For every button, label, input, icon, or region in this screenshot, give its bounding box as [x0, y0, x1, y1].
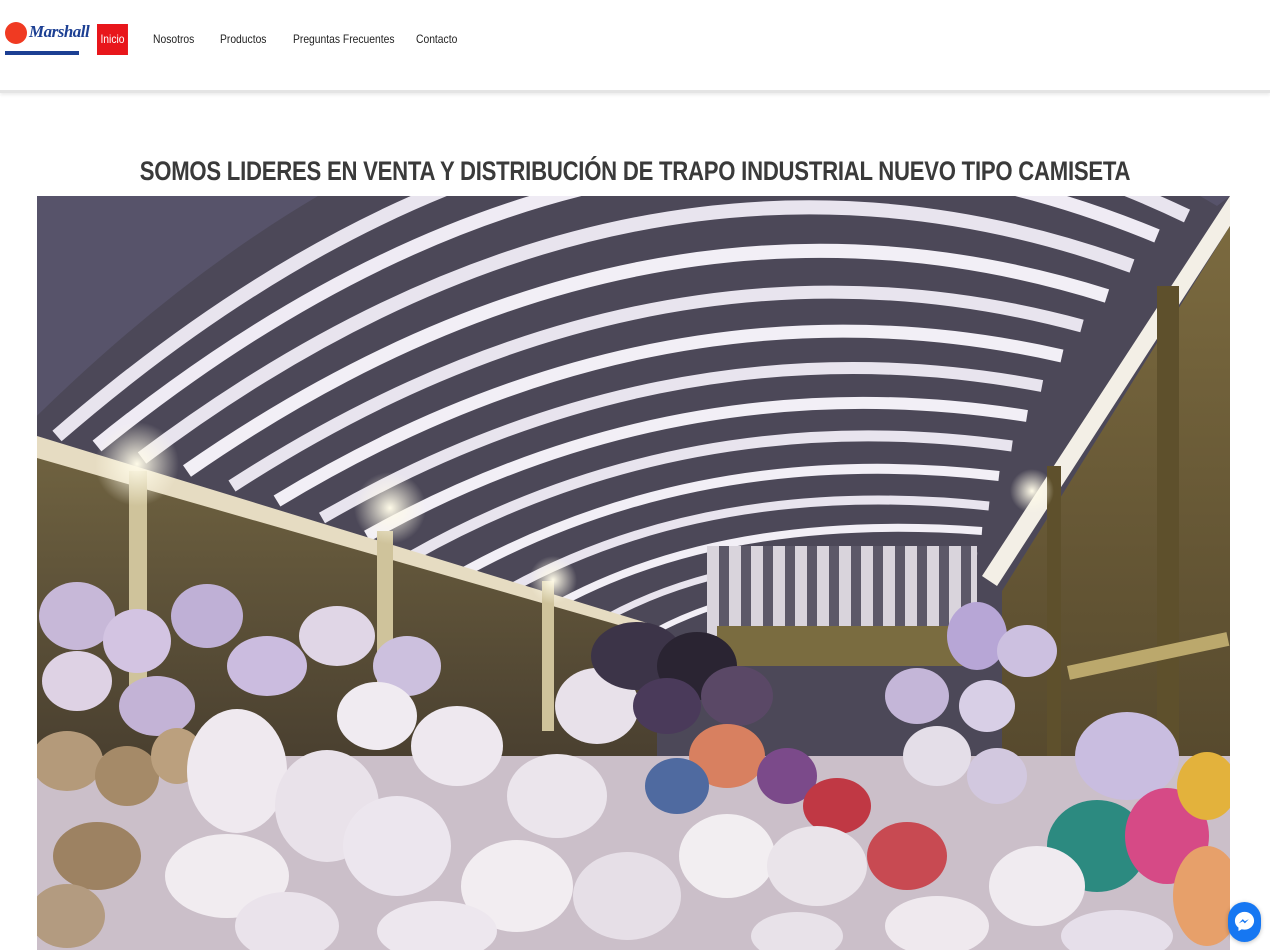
messenger-icon	[1234, 911, 1255, 932]
sacks-pile	[37, 582, 1230, 950]
warehouse-illustration	[37, 196, 1230, 950]
nav-item-nosotros[interactable]: Nosotros	[153, 24, 194, 55]
nav-item-inicio[interactable]: Inicio	[97, 24, 128, 55]
logo-text: Marshall	[29, 22, 90, 41]
nav-item-preguntas-frecuentes[interactable]: Preguntas Frecuentes	[293, 24, 395, 55]
far-wall	[707, 546, 977, 636]
site-header: Marshall Inicio Nosotros Productos Pregu…	[0, 0, 1270, 93]
logo-underline	[5, 51, 79, 55]
page-headline: SOMOS LIDERES EN VENTA Y DISTRIBUCIÓN DE…	[139, 156, 1131, 187]
logo-circle	[5, 22, 27, 44]
nav-item-productos[interactable]: Productos	[220, 24, 266, 55]
nav-item-contacto[interactable]: Contacto	[416, 24, 457, 55]
messenger-chat-button[interactable]	[1228, 902, 1261, 942]
marshall-logo[interactable]: Marshall	[4, 20, 90, 56]
ceiling-light	[95, 422, 179, 506]
warehouse-hero-image	[37, 196, 1230, 950]
